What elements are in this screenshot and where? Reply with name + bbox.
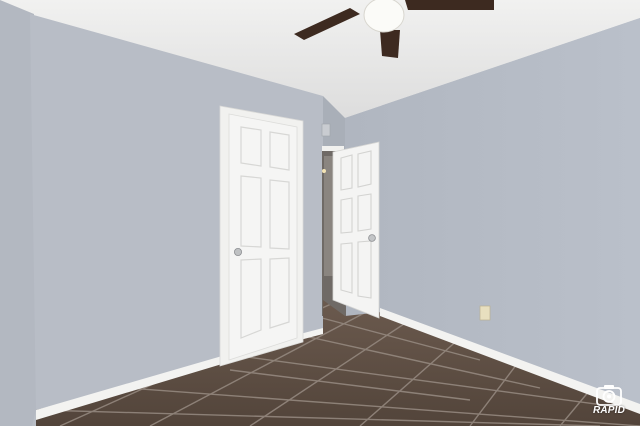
hallway-wall — [324, 156, 334, 276]
fan-blade-front — [380, 30, 400, 58]
electrical-outlet — [479, 305, 491, 321]
left-side-wall — [0, 0, 36, 426]
rapid-watermark: RAPID — [586, 380, 632, 416]
room-illustration — [0, 0, 640, 426]
bedroom-door — [332, 141, 380, 319]
fan-blade-right — [405, 0, 494, 10]
camera-icon — [596, 385, 622, 406]
air-vent — [321, 123, 331, 137]
bedroom-door-knob — [368, 234, 376, 242]
fan-light — [363, 0, 405, 33]
watermark-text: RAPID — [592, 405, 626, 416]
hallway-light — [322, 169, 326, 173]
room-photo: RAPID — [0, 0, 640, 426]
closet-door-knob — [233, 247, 242, 256]
